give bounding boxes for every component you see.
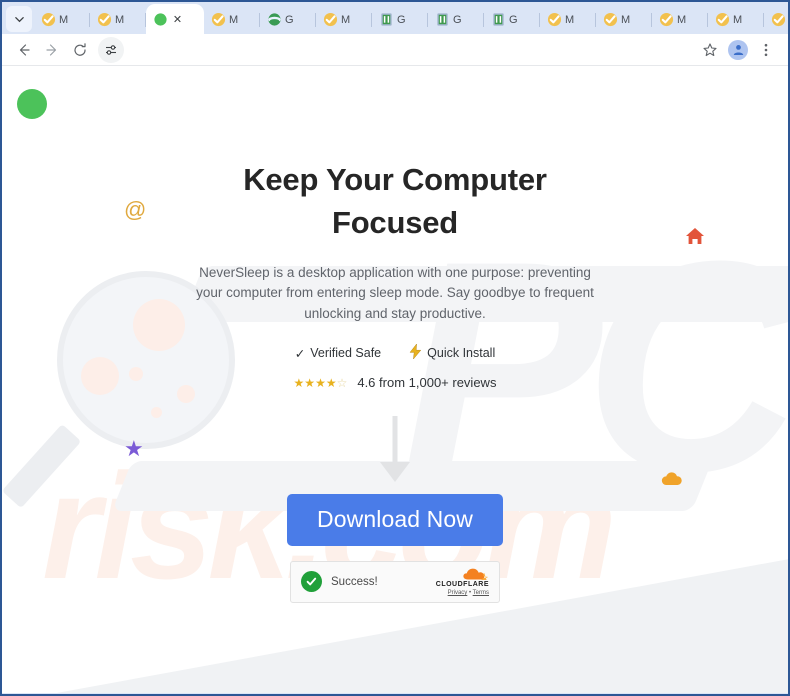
browser-tab-title: M [733, 13, 743, 26]
rating-text: 4.6 from 1,000+ reviews [357, 375, 497, 391]
cloudflare-cloud-icon [436, 567, 489, 581]
browser-window: MM✕MGMGGGMMMMMM + [0, 0, 790, 696]
badge-quick-install: Quick Install [409, 343, 496, 362]
gmail-check-icon [97, 12, 112, 27]
browser-tab-title: M [341, 13, 351, 26]
profile-avatar-icon [728, 39, 748, 60]
down-arrow-wrapper [2, 416, 788, 488]
browser-tab-title: M [677, 13, 687, 26]
browser-tab[interactable]: M [34, 5, 90, 34]
down-arrow-icon [380, 416, 410, 483]
back-button[interactable] [10, 36, 38, 64]
check-mark-icon: ✓ [294, 346, 306, 361]
browser-tab[interactable]: M [316, 5, 372, 34]
star-icon [703, 42, 717, 56]
browser-tab-title: G [397, 13, 406, 26]
tab-strip: MM✕MGMGGGMMMMMM + [2, 2, 788, 34]
gmail-check-icon [323, 12, 338, 27]
browser-tab[interactable]: M [652, 5, 708, 34]
gmail-check-icon [715, 12, 730, 27]
hero-section: Keep Your Computer Focused NeverSleep is… [2, 66, 788, 603]
download-button-wrapper: Download Now [2, 494, 788, 546]
gmail-check-icon [771, 12, 786, 27]
reload-button[interactable] [66, 36, 94, 64]
three-dot-menu-icon [764, 43, 768, 56]
tab-search-button[interactable] [6, 6, 32, 32]
lightning-bolt-icon [409, 343, 422, 362]
browser-tab[interactable]: M [596, 5, 652, 34]
cloudflare-branding: CLOUDFLARE Privacy • Terms [436, 567, 489, 596]
gmail-check-icon [547, 12, 562, 27]
chevron-down-icon [14, 16, 24, 22]
browser-tab[interactable]: G [372, 5, 428, 34]
browser-tab-active[interactable]: ✕ [146, 4, 204, 34]
page-title: Keep Your Computer Focused [243, 162, 547, 240]
page-description: NeverSleep is a desktop application with… [196, 264, 594, 322]
badge-verified-safe-label: Verified Safe [310, 346, 382, 361]
browser-tab[interactable]: G [428, 5, 484, 34]
tune-icon [106, 44, 116, 55]
browser-tab[interactable]: M [764, 5, 788, 34]
browser-tab-title: M [115, 13, 125, 26]
gmail-check-icon [603, 12, 618, 27]
gmail-check-icon [659, 12, 674, 27]
globe-icon [267, 12, 282, 27]
badge-quick-install-label: Quick Install [427, 346, 496, 361]
browser-tab-title: G [453, 13, 462, 26]
browser-tab-title: M [565, 13, 575, 26]
terms-link[interactable]: Terms [473, 590, 489, 596]
web-page-viewport: PC risk.com @ ★ Keep Your Compute [2, 66, 788, 693]
cloudflare-legal-links: Privacy • Terms [436, 590, 489, 596]
trust-badges: ✓ Verified Safe Quick Install [2, 343, 788, 362]
browser-tab[interactable]: M [204, 5, 260, 34]
download-now-button[interactable]: Download Now [287, 494, 503, 546]
green-dot-icon [153, 12, 168, 27]
cloudflare-turnstile-widget[interactable]: Success! CLOUDFLARE Privacy • Terms [290, 560, 500, 603]
success-check-icon [301, 571, 322, 593]
browser-tab[interactable]: G [260, 5, 316, 34]
tab-close-icon[interactable]: ✕ [171, 13, 184, 26]
profile-button[interactable] [724, 36, 752, 64]
back-arrow-icon [19, 43, 30, 56]
browser-tab-title: M [621, 13, 631, 26]
browser-tab-title: M [229, 13, 239, 26]
green-doc-icon [491, 12, 506, 27]
browser-tab-title: G [509, 13, 518, 26]
green-doc-icon [435, 12, 450, 27]
turnstile-wrapper: Success! CLOUDFLARE Privacy • Terms [2, 560, 788, 603]
turnstile-status-text: Success! [331, 575, 378, 588]
browser-tab[interactable]: M [708, 5, 764, 34]
gmail-check-icon [41, 12, 56, 27]
browser-tab[interactable]: M [540, 5, 596, 34]
forward-button[interactable] [38, 36, 66, 64]
browser-tab-title: M [59, 13, 69, 26]
rating-row: ★★★★☆ 4.6 from 1,000+ reviews [2, 375, 788, 390]
browser-tab[interactable]: G [484, 5, 540, 34]
star-rating-icons: ★★★★☆ [293, 375, 348, 390]
reload-icon [74, 42, 86, 56]
privacy-link[interactable]: Privacy [448, 590, 468, 596]
forward-arrow-icon [46, 43, 57, 56]
browser-tab[interactable]: M [90, 5, 146, 34]
browser-menu-button[interactable] [752, 36, 780, 64]
toolbar-right-actions [696, 36, 780, 64]
badge-verified-safe: ✓ Verified Safe [295, 346, 381, 361]
browser-tab-title: G [285, 13, 294, 26]
bookmark-button[interactable] [696, 36, 724, 64]
cloudflare-wordmark: CLOUDFLARE [435, 581, 489, 589]
customize-toolbar-button[interactable] [98, 36, 124, 63]
green-doc-icon [379, 12, 394, 27]
link-separator: • [468, 590, 472, 597]
gmail-check-icon [211, 12, 226, 27]
browser-toolbar [2, 34, 788, 66]
